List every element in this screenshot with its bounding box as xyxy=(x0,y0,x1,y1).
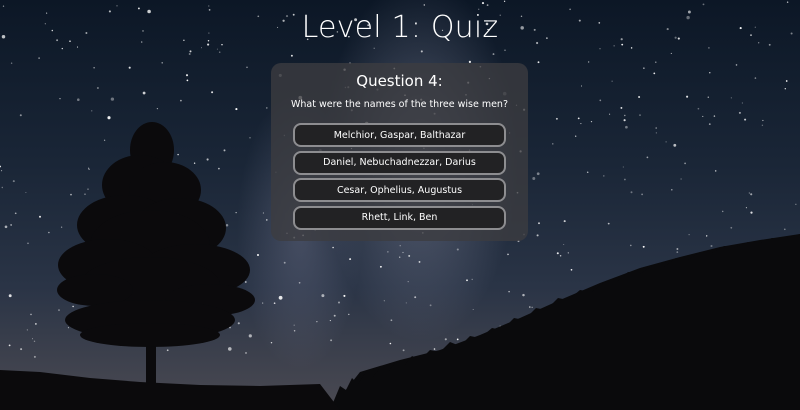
answer-button-3[interactable]: Cesar, Ophelius, Augustus xyxy=(293,178,506,202)
question-text: What were the names of the three wise me… xyxy=(290,99,508,110)
answer-button-4[interactable]: Rhett, Link, Ben xyxy=(293,205,506,230)
question-heading: Question 4: xyxy=(356,72,443,90)
answer-button-1[interactable]: Melchior, Gaspar, Balthazar xyxy=(293,123,506,147)
answer-list: Melchior, Gaspar, Balthazar Daniel, Nebu… xyxy=(293,123,506,233)
quiz-panel: Question 4: What were the names of the t… xyxy=(271,63,528,241)
answer-button-2[interactable]: Daniel, Nebuchadnezzar, Darius xyxy=(293,150,506,175)
page-title: Level 1: Quiz xyxy=(301,10,499,45)
treeline-silhouette xyxy=(330,234,800,410)
ground-silhouette xyxy=(0,370,340,410)
tree-silhouette xyxy=(57,122,255,395)
